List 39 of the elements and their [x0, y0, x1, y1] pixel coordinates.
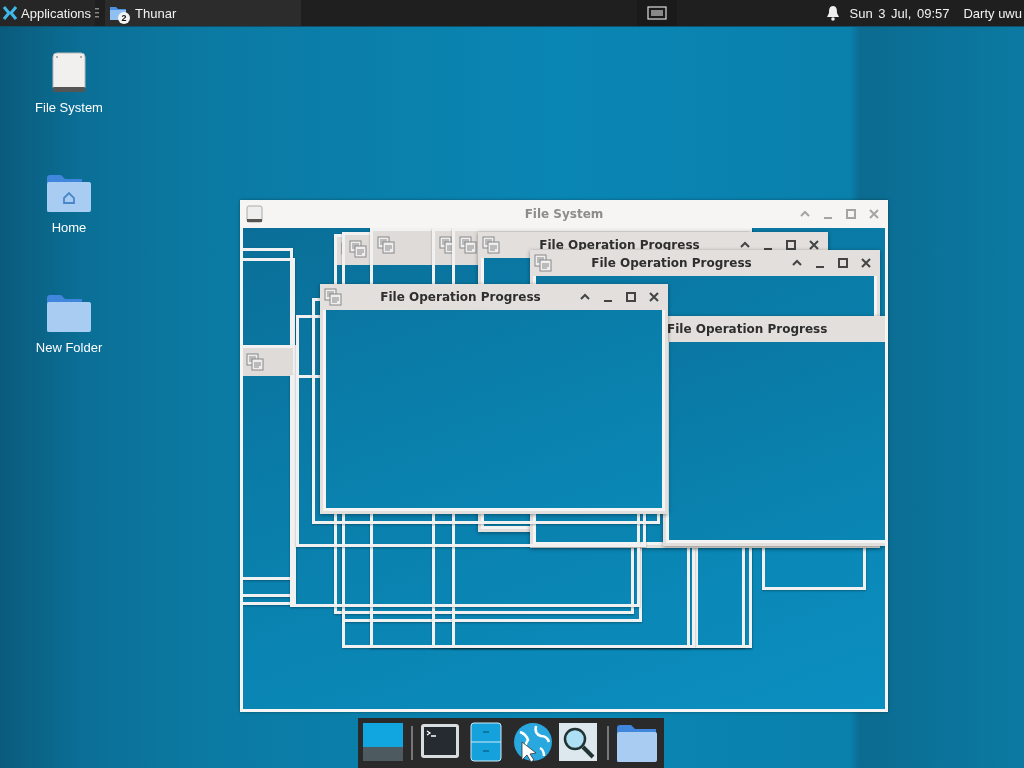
taskbar-button[interactable]: 2 Thunar: [105, 0, 302, 26]
close-button[interactable]: [808, 239, 820, 251]
applications-menu[interactable]: Applications: [0, 0, 96, 26]
window-title: File Operation Progress: [667, 322, 828, 336]
globe-cursor-icon[interactable]: [512, 722, 554, 764]
magnifier-icon[interactable]: [558, 722, 600, 764]
notification-bell-icon[interactable]: [825, 5, 840, 21]
workspace-icon: [646, 6, 667, 20]
separator-handle-icon: [95, 7, 100, 19]
window-title: File System: [523, 207, 605, 221]
user-name[interactable]: Darty uwu: [963, 5, 1022, 21]
documents-icon: [349, 240, 367, 258]
documents-icon: [246, 353, 264, 371]
documents-icon: [324, 288, 342, 306]
desktop-icon-label[interactable]: File System: [35, 100, 103, 115]
documents-icon: [377, 236, 395, 254]
close-button[interactable]: [860, 257, 872, 269]
maximize-button[interactable]: [785, 239, 797, 251]
folder-icon[interactable]: [46, 292, 92, 334]
documents-icon: [459, 236, 477, 254]
close-button[interactable]: [648, 291, 660, 303]
clock[interactable]: Sun 3 Jul, 09:57: [849, 5, 950, 21]
desktop-icon-label[interactable]: Home: [51, 220, 87, 235]
window-title: File Operation Progress: [538, 238, 701, 252]
folder-icon[interactable]: [616, 722, 658, 764]
count-badge: 2: [118, 12, 131, 24]
hard-drive-icon[interactable]: [51, 52, 87, 94]
maximize-button[interactable]: [837, 257, 849, 269]
xfce-logo-icon: [3, 6, 17, 20]
documents-icon: [534, 254, 552, 272]
desktop-icon-label[interactable]: New Folder: [35, 340, 103, 355]
maximize-button[interactable]: [625, 291, 637, 303]
documents-icon: [482, 236, 500, 254]
home-folder-icon[interactable]: [46, 172, 92, 214]
show-desktop-icon[interactable]: [362, 722, 404, 764]
window-title: File Operation Progress: [379, 290, 542, 304]
window-title: File Operation Progress: [590, 256, 753, 270]
hard-drive-icon: [246, 205, 264, 223]
workspace-switcher[interactable]: [636, 0, 677, 26]
